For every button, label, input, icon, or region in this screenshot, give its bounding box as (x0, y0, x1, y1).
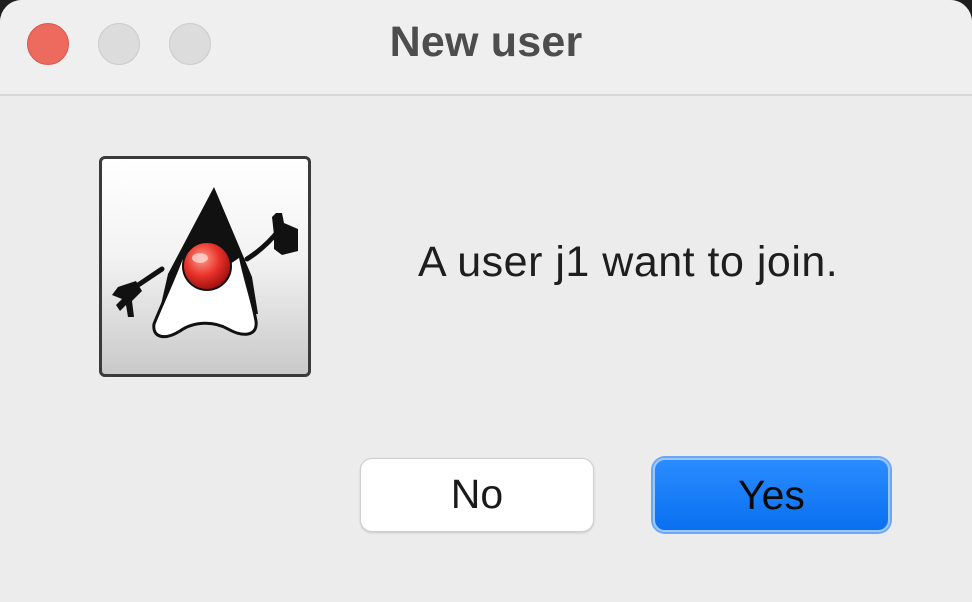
dialog-message: A user j1 want to join. (418, 238, 839, 286)
dialog-content: A user j1 want to join. No Yes (0, 96, 972, 602)
window-title: New user (389, 18, 583, 66)
yes-button[interactable]: Yes (653, 458, 890, 532)
java-duke-icon (99, 156, 311, 377)
no-button[interactable]: No (360, 458, 594, 532)
dialog-window: New user A user j1 want to join. No Yes (0, 0, 972, 602)
title-bar: New user (0, 0, 972, 96)
